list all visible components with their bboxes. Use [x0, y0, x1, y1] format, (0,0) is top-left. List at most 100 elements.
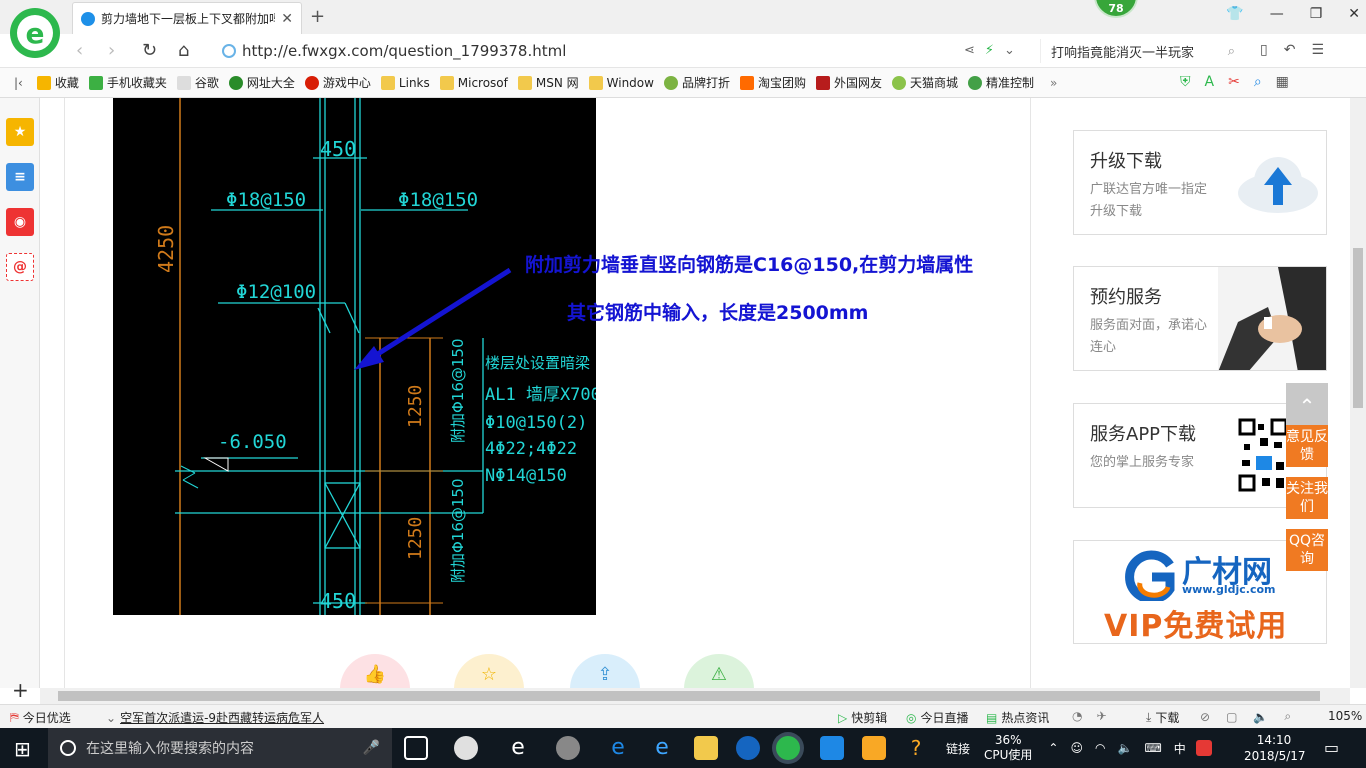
ie-app-icon[interactable]: e	[506, 736, 530, 760]
browser-app-icon[interactable]	[776, 736, 800, 760]
bookmark-item[interactable]: 网址大全	[228, 74, 295, 91]
bookmark-item[interactable]: 淘宝团购	[739, 74, 806, 91]
mobile-icon[interactable]: ▯	[1260, 42, 1268, 58]
menu-icon[interactable]: ☰	[1311, 42, 1324, 58]
notes-app-icon[interactable]	[862, 736, 886, 760]
explorer-app-icon[interactable]	[694, 736, 718, 760]
bookmark-item[interactable]: Microsof	[439, 75, 508, 90]
today-picks[interactable]: ⛿ 今日优选	[10, 709, 71, 726]
card-appointment-service[interactable]: 预约服务 服务面对面，承诺心连心	[1073, 266, 1327, 371]
help-app-icon[interactable]: ?	[904, 736, 928, 760]
vertical-scrollbar[interactable]	[1350, 98, 1366, 688]
report-button[interactable]: ⚠	[684, 654, 754, 688]
volume-icon[interactable]: 🔈	[1117, 741, 1132, 755]
bookmark-item[interactable]: 收藏	[36, 74, 79, 91]
favorite-button[interactable]: ☆	[454, 654, 524, 688]
maximize-button[interactable]: ❐	[1310, 6, 1323, 22]
bookmark-item[interactable]: 天猫商城	[892, 74, 958, 91]
mail-icon[interactable]: @	[6, 253, 34, 281]
bookmark-item[interactable]: MSN 网	[517, 74, 579, 91]
speed-icon[interactable]: ◔	[1072, 709, 1082, 723]
minimize-button[interactable]: —	[1270, 6, 1284, 22]
bookmark-item[interactable]: 品牌打折	[663, 74, 730, 91]
close-window-button[interactable]: ✕	[1348, 6, 1360, 22]
skin-icon[interactable]: 👕	[1226, 6, 1243, 22]
live-button[interactable]: ◎ 今日直播	[906, 709, 969, 726]
edge-app-icon[interactable]: e	[606, 736, 630, 760]
glodon-app-icon[interactable]	[736, 736, 760, 760]
new-tab-button[interactable]: +	[310, 6, 325, 27]
undo-icon[interactable]: ↶	[1284, 42, 1296, 58]
search-icon[interactable]: ⌕	[1228, 44, 1235, 59]
bookmark-item[interactable]: 游戏中心	[304, 74, 371, 91]
bookmark-item[interactable]: 精准控制	[968, 74, 1034, 91]
back-to-top-button[interactable]: ⌃	[1286, 383, 1328, 425]
sound-icon[interactable]: 🔈	[1253, 710, 1268, 724]
kuaijian-button[interactable]: ▷ 快剪辑	[838, 709, 887, 726]
collapse-sidebar-icon[interactable]: |‹	[14, 76, 23, 90]
search-box[interactable]: 打响指竟能消灭一半玩家 ⌕	[1040, 39, 1245, 63]
magnifier-icon[interactable]: ⌕	[1254, 74, 1262, 90]
add-sidebar-icon[interactable]: +	[12, 678, 29, 702]
links-toolbar[interactable]: 链接	[946, 740, 970, 757]
zoom-level[interactable]: 105%	[1328, 709, 1362, 723]
bookmark-item[interactable]: Window	[588, 75, 654, 90]
microphone-icon[interactable]: 🎤	[363, 740, 380, 756]
zoom-icon[interactable]: ⌕	[1284, 709, 1291, 724]
search-input[interactable]: 打响指竟能消灭一半玩家	[1051, 42, 1194, 61]
refresh-button[interactable]: ↻	[142, 40, 157, 61]
window-icon[interactable]: ▢	[1226, 710, 1237, 724]
list-icon[interactable]: ≡	[6, 163, 34, 191]
forward-button[interactable]: ›	[108, 40, 115, 61]
address-bar[interactable]: http://e.fwxgx.com/question_1799378.html	[222, 38, 1032, 64]
download-button[interactable]: ⤓ 下载	[1146, 709, 1179, 726]
pin-icon[interactable]: ✈	[1096, 709, 1106, 723]
action-center-icon[interactable]: ▭	[1324, 738, 1339, 757]
bookmark-item[interactable]: 谷歌	[176, 74, 219, 91]
chevron-down-icon[interactable]: ⌄	[1004, 43, 1015, 58]
horizontal-scroll-thumb[interactable]	[58, 691, 1320, 701]
fan-app-icon[interactable]	[454, 736, 478, 760]
translate-icon[interactable]: A	[1205, 74, 1215, 90]
bookmark-item[interactable]: 手机收藏夹	[88, 74, 167, 91]
apps-icon[interactable]: ▦	[1276, 74, 1289, 90]
notification-badge[interactable]: 78	[1094, 0, 1138, 18]
windows-start-icon[interactable]: ⊞	[14, 737, 31, 761]
sogou-icon[interactable]	[1195, 740, 1212, 756]
ie-blue-app-icon[interactable]: e	[650, 736, 674, 760]
horizontal-scrollbar[interactable]	[40, 688, 1350, 704]
ime-indicator[interactable]: 中	[1174, 740, 1186, 757]
clock[interactable]: 14:10 2018/5/17	[1244, 732, 1306, 764]
qq-consult-button[interactable]: QQ咨询	[1286, 529, 1328, 571]
keyboard-icon[interactable]: ⌨	[1144, 741, 1161, 755]
bookmark-item[interactable]: Links	[380, 75, 430, 90]
close-tab-icon[interactable]: ✕	[281, 11, 293, 27]
browser-tab[interactable]: 剪力墙地下一层板上下叉都附加吗 ✕	[72, 2, 302, 34]
people-icon[interactable]: ☺	[1070, 741, 1083, 755]
lightning-icon[interactable]: ⚡	[985, 43, 994, 58]
news-ticker[interactable]: ⌄ 空军首次派遣运-9赴西藏转运病危军人	[106, 709, 324, 726]
browser-logo[interactable]: e	[10, 8, 60, 58]
taskbar-search[interactable]: 在这里输入你要搜索的内容 🎤	[48, 728, 392, 768]
weibo-icon[interactable]: ◉	[6, 208, 34, 236]
hot-news-button[interactable]: ▤ 热点资讯	[986, 709, 1049, 726]
clean-icon[interactable]: ⊘	[1200, 710, 1210, 724]
follow-us-button[interactable]: 关注我们	[1286, 477, 1328, 519]
tray-expand-icon[interactable]: ⌃	[1048, 741, 1058, 755]
star-icon[interactable]: ★	[6, 118, 34, 146]
scissors-icon[interactable]: ✂	[1228, 74, 1240, 90]
feedback-button[interactable]: 意见反馈	[1286, 425, 1328, 467]
back-button[interactable]: ‹	[76, 40, 83, 61]
shield-icon[interactable]: ⛨	[1180, 74, 1191, 90]
home-button[interactable]: ⌂	[178, 40, 189, 61]
card-upgrade-download[interactable]: 升级下载 广联达官方唯一指定升级下载	[1073, 130, 1327, 235]
like-button[interactable]: 👍	[340, 654, 410, 688]
tool-app-icon[interactable]	[820, 736, 844, 760]
share-button[interactable]: ⇪	[570, 654, 640, 688]
vertical-scroll-thumb[interactable]	[1353, 248, 1363, 408]
task-view-icon[interactable]	[404, 736, 428, 760]
bookmark-item[interactable]: 外国网友	[816, 74, 882, 91]
chrome-app-icon[interactable]	[556, 736, 580, 760]
share-icon[interactable]: ⋖	[964, 43, 975, 58]
wifi-icon[interactable]: ◠	[1095, 741, 1105, 755]
